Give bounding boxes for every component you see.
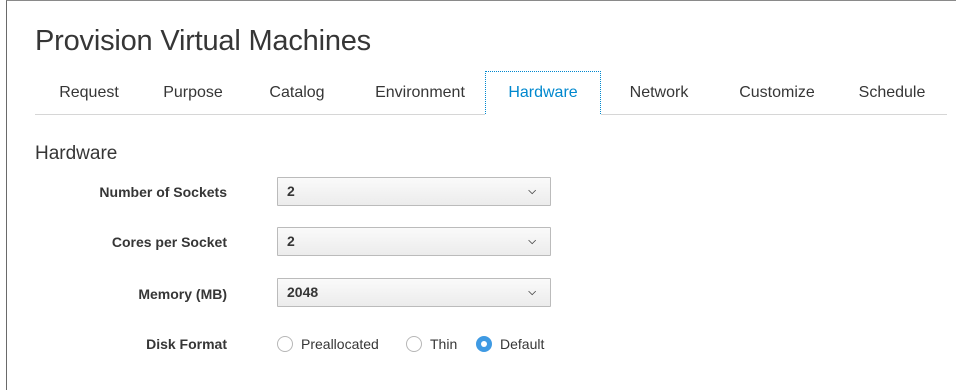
tab-network[interactable]: Network bbox=[619, 71, 699, 115]
tab-purpose[interactable]: Purpose bbox=[151, 71, 235, 115]
page-title: Provision Virtual Machines bbox=[35, 25, 371, 57]
memory-value: 2048 bbox=[287, 284, 319, 300]
cores-label: Cores per Socket bbox=[111, 234, 227, 250]
radio-checked-icon[interactable] bbox=[476, 336, 492, 352]
tab-request[interactable]: Request bbox=[49, 71, 129, 115]
tab-environment[interactable]: Environment bbox=[357, 71, 483, 115]
tab-schedule[interactable]: Schedule bbox=[847, 71, 937, 115]
radio-thin[interactable]: Thin bbox=[406, 334, 466, 354]
section-title-hardware: Hardware bbox=[35, 143, 118, 164]
cores-value: 2 bbox=[287, 233, 295, 249]
sockets-label: Number of Sockets bbox=[99, 184, 227, 200]
provision-panel: Provision Virtual Machines Request Purpo… bbox=[6, 0, 956, 390]
radio-label-thin: Thin bbox=[430, 336, 458, 352]
sockets-value: 2 bbox=[287, 183, 295, 199]
tab-catalog[interactable]: Catalog bbox=[257, 71, 337, 115]
cores-select[interactable]: 2 ⌵ bbox=[277, 227, 551, 256]
chevron-down-icon: ⌵ bbox=[528, 287, 536, 298]
radio-unchecked-icon[interactable] bbox=[406, 336, 422, 352]
radio-default[interactable]: Default bbox=[476, 334, 556, 354]
chevron-down-icon: ⌵ bbox=[528, 236, 536, 247]
radio-label-default: Default bbox=[500, 336, 545, 352]
radio-label-preallocated: Preallocated bbox=[301, 336, 379, 352]
memory-select[interactable]: 2048 ⌵ bbox=[277, 278, 551, 307]
memory-label: Memory (MB) bbox=[138, 286, 227, 302]
tab-bar: Request Purpose Catalog Environment Hard… bbox=[35, 71, 947, 116]
radio-unchecked-icon[interactable] bbox=[277, 336, 293, 352]
disk-format-label: Disk Format bbox=[146, 336, 227, 352]
radio-preallocated[interactable]: Preallocated bbox=[277, 334, 397, 354]
tab-hardware[interactable]: Hardware bbox=[485, 71, 601, 116]
tab-customize[interactable]: Customize bbox=[729, 71, 825, 115]
sockets-select[interactable]: 2 ⌵ bbox=[277, 177, 551, 206]
chevron-down-icon: ⌵ bbox=[528, 186, 536, 197]
